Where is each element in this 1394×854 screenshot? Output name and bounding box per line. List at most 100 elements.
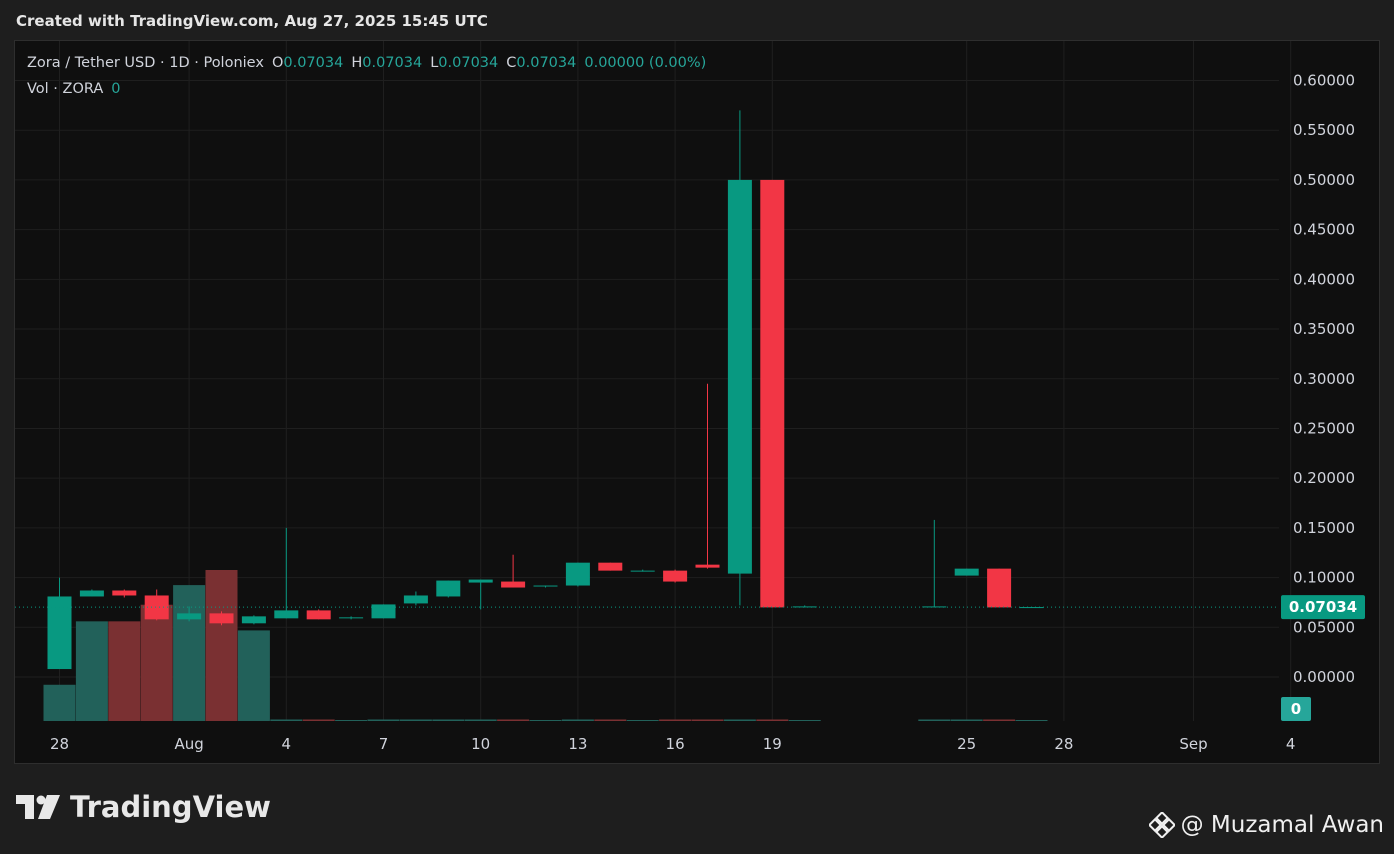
y-tick-label: 0.60000 — [1293, 72, 1355, 90]
candle-body — [371, 604, 396, 619]
candle-body — [598, 562, 623, 571]
x-tick-label: 4 — [282, 735, 292, 753]
candle — [112, 589, 137, 598]
x-tick-label: Aug — [174, 735, 203, 753]
candle-body — [760, 179, 785, 608]
y-tick-label: 0.05000 — [1293, 618, 1355, 636]
candle-body — [79, 590, 104, 597]
tradingview-logo-text: TradingView — [70, 790, 271, 824]
created-with-header: Created with TradingView.com, Aug 27, 20… — [16, 12, 488, 30]
volume-bar — [464, 719, 497, 721]
volume-label[interactable]: Vol · ZORA — [27, 81, 103, 97]
volume-bar — [626, 720, 659, 721]
candle — [533, 585, 558, 588]
candle — [403, 591, 428, 606]
candle — [598, 562, 623, 571]
candle-body — [987, 568, 1012, 608]
candle — [371, 604, 396, 619]
volume-bar — [367, 719, 400, 721]
close-label: C — [506, 55, 517, 71]
volume-bar — [756, 719, 789, 721]
x-tick-label: 13 — [568, 735, 587, 753]
candle-body — [436, 580, 461, 597]
candle-body — [468, 579, 493, 583]
candle — [630, 569, 655, 572]
candle-body — [306, 610, 331, 620]
volume-bar — [108, 621, 141, 721]
open-value: 0.07034 — [283, 55, 344, 71]
candlestick-chart[interactable]: 0.60000 0.55000 0.50000 0.45000 0.40000 0.350… — [15, 41, 1381, 765]
volume-bar — [659, 719, 692, 721]
volume-bar — [432, 719, 465, 721]
candle — [565, 562, 590, 587]
tradingview-logo[interactable]: TradingView — [16, 790, 271, 824]
candle — [663, 569, 688, 583]
candle — [274, 527, 299, 619]
price-tag-text: 0.07034 — [1289, 598, 1357, 616]
candle-body — [533, 585, 558, 587]
candle — [47, 577, 72, 670]
volume-bar — [723, 719, 756, 721]
volume-bar — [173, 585, 206, 721]
volume-value: 0 — [111, 81, 121, 97]
candle-body — [695, 564, 720, 568]
volume-bar — [205, 570, 238, 721]
author-credit-text: @ Muzamal Awan — [1180, 812, 1384, 838]
x-tick-label: Sep — [1179, 735, 1207, 753]
candle-body — [954, 568, 979, 576]
low-value: 0.07034 — [438, 55, 499, 71]
candle-body — [177, 613, 202, 620]
candle — [144, 589, 169, 621]
candle — [760, 179, 785, 608]
open-label: O — [271, 55, 284, 71]
candle — [792, 605, 817, 608]
candle-body — [663, 570, 688, 582]
y-tick-label: 0.55000 — [1293, 121, 1355, 139]
x-tick-label: 25 — [957, 735, 976, 753]
candle — [79, 589, 104, 597]
volume-bar — [140, 604, 173, 721]
binance-icon — [1148, 812, 1175, 838]
volume-bar — [497, 719, 530, 721]
candle — [501, 554, 526, 588]
x-tick-label: 28 — [50, 735, 69, 753]
y-tick-label: 0.25000 — [1293, 419, 1355, 437]
candle-body — [112, 590, 137, 596]
volume-bar — [918, 719, 951, 721]
y-tick-label: 0.20000 — [1293, 469, 1355, 487]
candle-body — [274, 610, 299, 619]
volume-bar — [594, 719, 627, 721]
candle — [987, 568, 1012, 608]
y-tick-label: 0.15000 — [1293, 519, 1355, 537]
x-tick-label: 16 — [666, 735, 685, 753]
candle — [339, 616, 364, 620]
candle-body — [403, 595, 428, 604]
volume-legend[interactable]: Vol · ZORA 0 — [27, 81, 121, 97]
candle-body — [630, 570, 655, 572]
candle — [241, 615, 266, 625]
x-tick-label: 28 — [1054, 735, 1073, 753]
change-value: 0.00000 (0.00%) — [584, 55, 707, 71]
candle-body — [339, 617, 364, 619]
volume-bar — [335, 720, 368, 721]
x-tick-label: 4 — [1286, 735, 1296, 753]
volume-bar — [270, 719, 303, 721]
tradingview-logo-icon — [16, 795, 60, 819]
candle-body — [792, 606, 817, 608]
x-tick-label: 19 — [763, 735, 782, 753]
volume-bar — [75, 621, 108, 721]
candle-body — [922, 606, 947, 608]
ohlc-legend[interactable]: Zora / Tether USD · 1D · Poloniex O0.0703… — [27, 55, 706, 71]
candle — [306, 609, 331, 620]
candle-body — [501, 581, 526, 588]
volume-bar — [399, 719, 432, 721]
x-tick-label: 10 — [471, 735, 490, 753]
volume-bar — [561, 719, 594, 721]
volume-bar — [43, 684, 76, 721]
volume-bar — [237, 630, 270, 721]
symbol-label[interactable]: Zora / Tether USD · 1D · Poloniex — [27, 55, 264, 71]
chart-frame[interactable]: 0.60000 0.55000 0.50000 0.45000 0.40000 0.350… — [14, 40, 1380, 764]
candle — [209, 611, 234, 626]
y-tick-label: 0.00000 — [1293, 668, 1355, 686]
volume-bar — [788, 720, 821, 721]
